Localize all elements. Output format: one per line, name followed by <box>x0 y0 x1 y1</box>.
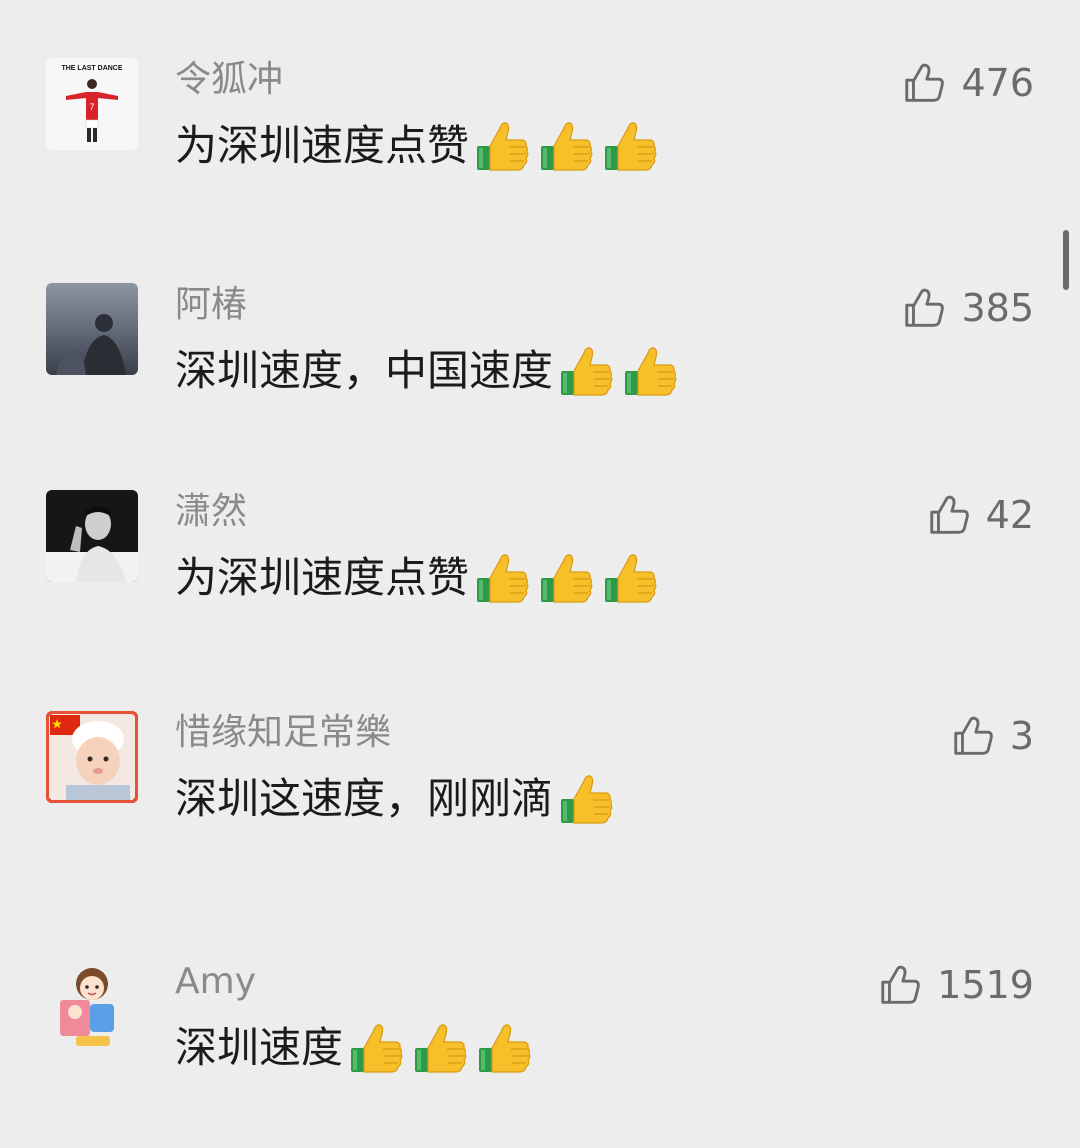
like-count: 385 <box>961 286 1034 330</box>
thumbs-up-outline-icon <box>926 492 972 538</box>
comment-item: 潇然 为深圳速度点赞 42 <box>0 490 1080 670</box>
like-count: 3 <box>1009 714 1034 758</box>
like-count: 1519 <box>937 963 1034 1007</box>
thumbs-emoji-group <box>347 1018 539 1078</box>
thumbs-up-emoji <box>479 1024 531 1073</box>
comment-text-row: 深圳速度，中国速度 <box>175 341 685 401</box>
like-count: 476 <box>961 61 1034 105</box>
commenter-name[interactable]: Amy <box>175 960 256 1004</box>
commenter-name[interactable]: 令狐冲 <box>175 58 283 102</box>
thumbs-up-outline-icon <box>877 962 923 1008</box>
thumbs-emoji-group <box>557 341 685 401</box>
commenter-name[interactable]: 惜缘知足常樂 <box>175 711 391 755</box>
thumbs-up-emoji <box>561 347 613 396</box>
thumbs-emoji-group <box>473 116 665 176</box>
thumbs-up-emoji <box>541 554 593 603</box>
thumbs-up-outline-icon <box>901 285 947 331</box>
comment-text: 深圳速度，中国速度 <box>175 346 554 395</box>
commenter-name[interactable]: 阿椿 <box>175 283 247 327</box>
comment-text-row: 深圳这速度，刚刚滴 <box>175 769 621 829</box>
thumbs-up-emoji <box>605 122 657 171</box>
comment-item: THE LAST DANCE 7 令狐冲 为深圳速度点赞 476 <box>0 58 1080 238</box>
like-count: 42 <box>985 493 1034 537</box>
cartoon-kids-avatar <box>46 960 138 1052</box>
like-button[interactable]: 476 <box>901 58 1034 108</box>
thumbs-up-emoji <box>625 347 677 396</box>
thumbs-up-emoji <box>605 554 657 603</box>
thumbs-up-outline-icon <box>950 713 996 759</box>
thumbs-up-emoji <box>561 775 613 824</box>
like-button[interactable]: 1519 <box>877 960 1034 1010</box>
comment-text: 为深圳速度点赞 <box>175 553 470 602</box>
comment-text: 深圳这速度，刚刚滴 <box>175 774 554 823</box>
comment-text-row: 深圳速度 <box>175 1018 539 1078</box>
avatar[interactable] <box>46 960 138 1052</box>
like-button[interactable]: 3 <box>950 711 1034 761</box>
avatar[interactable]: THE LAST DANCE 7 <box>46 58 138 150</box>
thumbs-up-emoji <box>541 122 593 171</box>
comment-text-row: 为深圳速度点赞 <box>175 116 665 176</box>
thumbs-emoji-group <box>473 548 665 608</box>
like-button[interactable]: 42 <box>926 490 1034 540</box>
avatar[interactable] <box>46 711 138 803</box>
like-button[interactable]: 385 <box>901 283 1034 333</box>
avatar-logo-text: THE LAST DANCE <box>61 65 122 72</box>
bw-portrait-avatar <box>46 490 138 582</box>
thumbs-up-emoji <box>351 1024 403 1073</box>
comment-item: Amy 深圳速度 1519 <box>0 960 1080 1140</box>
thumbs-emoji-group <box>557 769 621 829</box>
avatar[interactable] <box>46 490 138 582</box>
scrollbar[interactable] <box>1063 230 1069 290</box>
baby-with-flag-avatar <box>46 711 138 803</box>
the-last-dance-jersey-avatar: THE LAST DANCE 7 <box>46 58 138 150</box>
comment-text: 为深圳速度点赞 <box>175 121 470 170</box>
thumbs-up-emoji <box>477 554 529 603</box>
commenter-name[interactable]: 潇然 <box>175 490 247 534</box>
dusk-photo-avatar <box>46 283 138 375</box>
comment-text: 深圳速度 <box>175 1023 344 1072</box>
comment-item: 阿椿 深圳速度，中国速度 385 <box>0 283 1080 463</box>
comment-item: 惜缘知足常樂 深圳这速度，刚刚滴 3 <box>0 711 1080 891</box>
comment-text-row: 为深圳速度点赞 <box>175 548 665 608</box>
thumbs-up-emoji <box>415 1024 467 1073</box>
thumbs-up-outline-icon <box>901 60 947 106</box>
svg-text:7: 7 <box>89 102 94 112</box>
avatar[interactable] <box>46 283 138 375</box>
thumbs-up-emoji <box>477 122 529 171</box>
